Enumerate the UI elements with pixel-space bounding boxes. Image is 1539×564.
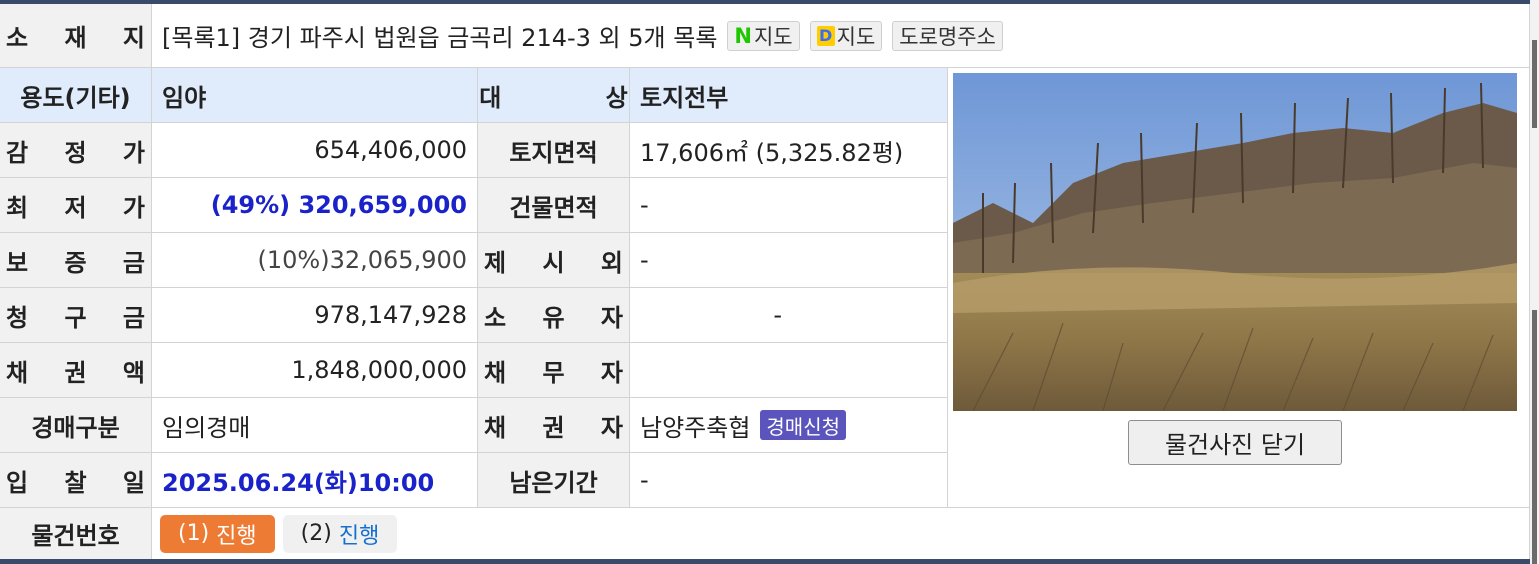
target-label: 대 상 [478, 68, 630, 123]
naver-logo-icon: N [734, 23, 752, 48]
bid-date-label: 입 찰 일 [0, 453, 152, 508]
claim-label: 청 구 금 [0, 288, 152, 343]
creditor-value: 남양주축협 경매신청 [630, 398, 948, 453]
scrollbar-thumb-lower[interactable] [1532, 310, 1537, 564]
target-value: 토지전부 [630, 68, 948, 123]
excluded-label: 제 시 외 [478, 233, 630, 288]
items-value: (1) 진행 (2) 진행 [152, 508, 1530, 560]
scrollbar-thumb[interactable] [1532, 40, 1537, 128]
daum-logo-icon: D [816, 25, 835, 46]
deposit-value: (10%)32,065,900 [152, 233, 478, 288]
use-value: 임야 [152, 68, 478, 123]
credit-label: 채 권 액 [0, 343, 152, 398]
landscape-image [953, 73, 1517, 411]
road-address-button[interactable]: 도로명주소 [892, 20, 1003, 51]
use-label: 용도(기타) [0, 68, 152, 123]
excluded-value: - [630, 233, 948, 288]
debtor-label: 채 무 자 [478, 343, 630, 398]
bottom-border [0, 559, 1530, 564]
appraisal-value: 654,406,000 [152, 123, 478, 178]
auction-request-badge[interactable]: 경매신청 [760, 410, 847, 440]
property-photo[interactable] [953, 73, 1517, 411]
creditor-name: 남양주축협 [640, 413, 751, 442]
naver-map-button[interactable]: N 지도 [727, 20, 800, 51]
owner-value: - [630, 288, 948, 343]
bid-date-value: 2025.06.24(화)10:00 [152, 453, 478, 508]
min-price-value: (49%) 320,659,000 [152, 178, 478, 233]
close-photo-button[interactable]: 물건사진 닫기 [1128, 420, 1342, 465]
deposit-label: 보 증 금 [0, 233, 152, 288]
creditor-label: 채 권 자 [478, 398, 630, 453]
item-2-button[interactable]: (2) 진행 [282, 514, 398, 553]
item-1-button[interactable]: (1) 진행 [160, 514, 275, 553]
items-label: 물건번호 [0, 508, 152, 560]
remaining-label: 남은기간 [478, 453, 630, 508]
min-price-label: 최 저 가 [0, 178, 152, 233]
auction-type-label: 경매구분 [0, 398, 152, 453]
building-area-value: - [630, 178, 948, 233]
address-text: [목록1] 경기 파주시 법원읍 금곡리 214-3 외 5개 목록 [162, 24, 718, 52]
remaining-value: - [630, 453, 948, 508]
owner-label: 소 유 자 [478, 288, 630, 343]
debtor-value [630, 343, 948, 398]
appraisal-label: 감 정 가 [0, 123, 152, 178]
claim-value: 978,147,928 [152, 288, 478, 343]
address-value: [목록1] 경기 파주시 법원읍 금곡리 214-3 외 5개 목록 N 지도 … [152, 4, 1530, 68]
address-label: 소 재 지 [0, 4, 152, 68]
daum-map-button[interactable]: D 지도 [809, 20, 883, 51]
building-area-label: 건물면적 [478, 178, 630, 233]
land-area-value: 17,606㎡ (5,325.82평) [630, 123, 948, 178]
land-area-label: 토지면적 [478, 123, 630, 178]
scrollbar[interactable] [1530, 0, 1539, 564]
auction-type-value: 임의경매 [152, 398, 478, 453]
credit-value: 1,848,000,000 [152, 343, 478, 398]
